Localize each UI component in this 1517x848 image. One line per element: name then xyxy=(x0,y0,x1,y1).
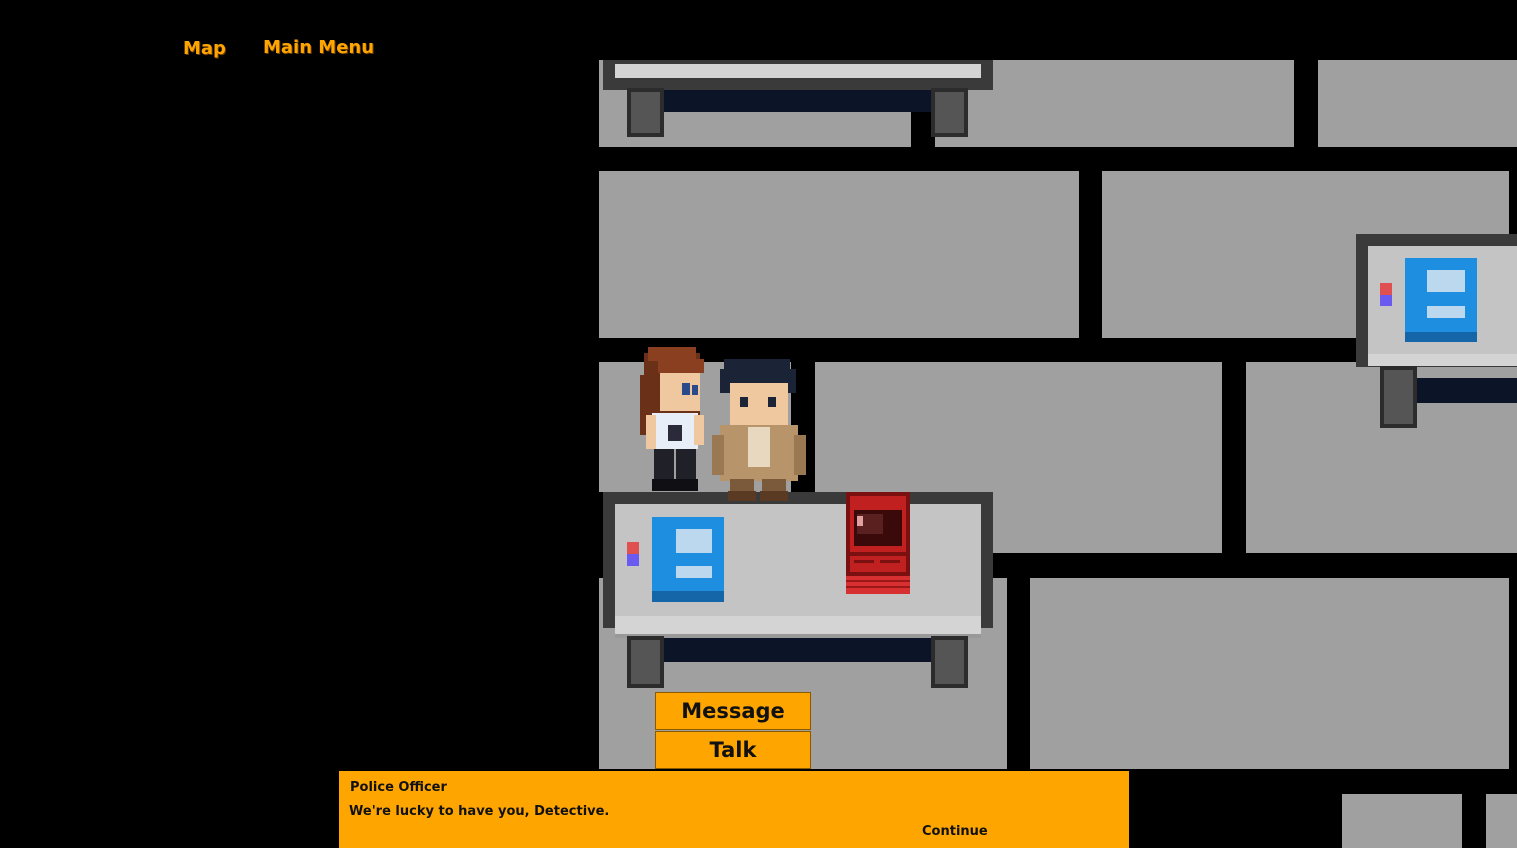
desk-edge xyxy=(615,64,981,78)
dialog-box: Police Officer We're lucky to have you, … xyxy=(339,771,1129,848)
desk-shadow xyxy=(660,90,935,112)
dialog-text: We're lucky to have you, Detective. xyxy=(349,804,610,819)
desk-edge xyxy=(1368,354,1517,366)
computer-icon[interactable] xyxy=(652,517,724,602)
desk-leg xyxy=(627,88,664,137)
floor-tile xyxy=(1342,794,1462,848)
talk-button[interactable]: Talk xyxy=(655,731,811,769)
desk-leg xyxy=(1380,366,1417,428)
desk-edge xyxy=(615,616,981,638)
led-red xyxy=(627,542,639,554)
led-red xyxy=(1380,283,1392,295)
dialog-speaker: Police Officer xyxy=(350,780,447,795)
desk-leg xyxy=(627,636,664,688)
police-officer-sprite[interactable] xyxy=(638,345,712,495)
detective-sprite[interactable] xyxy=(710,355,808,503)
computer-icon[interactable] xyxy=(1405,258,1477,342)
arcade-machine-icon[interactable] xyxy=(844,488,912,596)
floor-tile xyxy=(1318,60,1517,147)
desk-shadow xyxy=(660,638,935,662)
message-button[interactable]: Message xyxy=(655,692,811,730)
floor-tile xyxy=(1486,794,1517,848)
desk-leg xyxy=(931,636,968,688)
continue-button[interactable]: Continue xyxy=(922,824,988,839)
desk-leg xyxy=(931,88,968,137)
led-blue xyxy=(1380,295,1392,306)
led-blue xyxy=(627,554,639,566)
desk-shadow xyxy=(1412,378,1517,403)
floor-tile xyxy=(1030,578,1509,769)
floor-tile xyxy=(599,171,1079,338)
